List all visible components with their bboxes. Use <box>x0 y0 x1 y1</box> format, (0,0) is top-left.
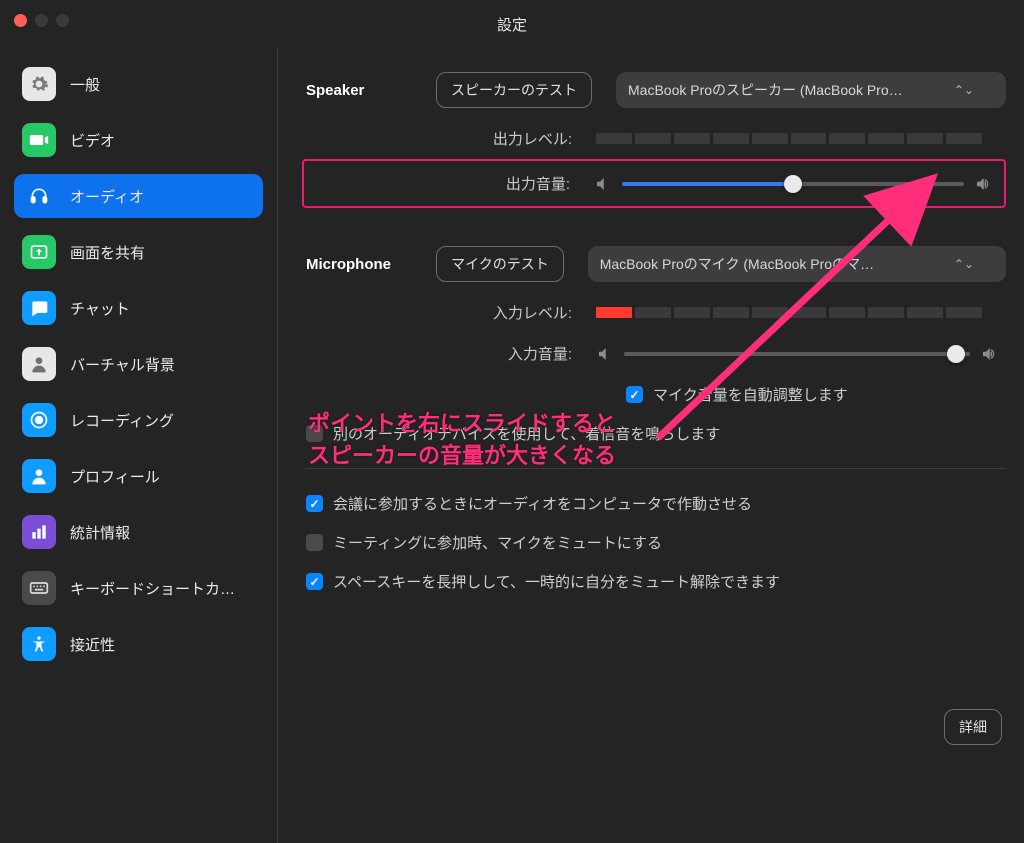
sidebar-item-1[interactable]: ビデオ <box>14 118 263 162</box>
sidebar-item-label: 画面を共有 <box>70 242 145 263</box>
volume-low-icon <box>594 175 612 193</box>
mute-on-join-row[interactable]: ミーティングに参加時、マイクをミュートにする <box>306 532 1006 553</box>
sidebar-item-8[interactable]: 統計情報 <box>14 510 263 554</box>
speaker-row: Speaker スピーカーのテスト MacBook Proのスピーカー (Mac… <box>306 72 1006 108</box>
sidebar-item-6[interactable]: レコーディング <box>14 398 263 442</box>
speaker-test-button[interactable]: スピーカーのテスト <box>436 72 592 108</box>
sidebar-item-label: オーディオ <box>70 186 144 207</box>
ring-device-checkbox[interactable] <box>306 425 323 442</box>
auto-adjust-row[interactable]: マイク音量を自動調整します <box>626 384 1006 405</box>
mute-on-join-label: ミーティングに参加時、マイクをミュートにする <box>333 532 662 553</box>
titlebar: 設定 <box>0 0 1024 48</box>
divider <box>306 468 1006 469</box>
mic-device-label: MacBook Proのマイク (MacBook Proのマ… <box>600 254 874 274</box>
zoom-icon <box>56 14 69 27</box>
sidebar-item-label: 接近性 <box>70 634 115 655</box>
auto-adjust-label: マイク音量を自動調整します <box>653 384 848 405</box>
auto-join-row[interactable]: 会議に参加するときにオーディオをコンピュータで作動させる <box>306 493 1006 514</box>
sidebar-item-label: 一般 <box>70 74 100 95</box>
sidebar-item-5[interactable]: バーチャル背景 <box>14 342 263 386</box>
output-volume-control <box>594 175 992 193</box>
sidebar-item-3[interactable]: 画面を共有 <box>14 230 263 274</box>
microphone-title: Microphone <box>306 256 436 273</box>
minimize-icon <box>35 14 48 27</box>
headset-icon <box>22 179 56 213</box>
sidebar-item-label: チャット <box>70 298 130 319</box>
speaker-device-select[interactable]: MacBook Proのスピーカー (MacBook Pro… ⌃⌄ <box>616 72 1006 108</box>
keyboard-icon <box>22 571 56 605</box>
input-level-row: 入力レベル: <box>306 302 1006 323</box>
ring-device-label: 別のオーディオデバイスを使用して、着信音を鳴らします <box>333 423 720 444</box>
sidebar-item-label: 統計情報 <box>70 522 130 543</box>
record-icon <box>22 403 56 437</box>
gear-icon <box>22 67 56 101</box>
push-to-talk-label: スペースキーを長押しして、一時的に自分をミュート解除できます <box>333 571 780 592</box>
chat-icon <box>22 291 56 325</box>
push-to-talk-row[interactable]: スペースキーを長押しして、一時的に自分をミュート解除できます <box>306 571 1006 592</box>
output-level-label: 出力レベル: <box>306 128 596 149</box>
person-icon <box>22 347 56 381</box>
details-button[interactable]: 詳細 <box>944 709 1002 745</box>
sidebar: 一般ビデオオーディオ画面を共有チャットバーチャル背景レコーディングプロフィール統… <box>0 48 278 843</box>
microphone-row: Microphone マイクのテスト MacBook Proのマイク (MacB… <box>306 246 1006 282</box>
auto-adjust-checkbox[interactable] <box>626 386 643 403</box>
input-level-meter <box>596 307 982 318</box>
sidebar-item-2[interactable]: オーディオ <box>14 174 263 218</box>
sidebar-item-label: ビデオ <box>70 130 115 151</box>
stats-icon <box>22 515 56 549</box>
speaker-title: Speaker <box>306 82 436 99</box>
sidebar-item-label: レコーディング <box>70 410 174 431</box>
input-volume-control <box>596 345 998 363</box>
sidebar-item-4[interactable]: チャット <box>14 286 263 330</box>
window-title: 設定 <box>497 14 527 35</box>
close-icon[interactable] <box>14 14 27 27</box>
auto-join-checkbox[interactable] <box>306 495 323 512</box>
push-to-talk-checkbox[interactable] <box>306 573 323 590</box>
mute-on-join-checkbox[interactable] <box>306 534 323 551</box>
share-icon <box>22 235 56 269</box>
sidebar-item-7[interactable]: プロフィール <box>14 454 263 498</box>
volume-high-icon <box>980 345 998 363</box>
chevron-updown-icon: ⌃⌄ <box>954 83 974 97</box>
sidebar-item-label: プロフィール <box>70 466 160 487</box>
sidebar-item-label: バーチャル背景 <box>70 354 175 375</box>
window-controls <box>14 14 69 27</box>
ring-device-row[interactable]: 別のオーディオデバイスを使用して、着信音を鳴らします <box>306 423 1006 444</box>
sidebar-item-9[interactable]: キーボードショートカ… <box>14 566 263 610</box>
output-volume-label: 出力音量: <box>304 173 594 194</box>
input-volume-row: 入力音量: <box>306 343 1006 364</box>
video-icon <box>22 123 56 157</box>
mic-device-select[interactable]: MacBook Proのマイク (MacBook Proのマ… ⌃⌄ <box>588 246 1006 282</box>
profile-icon <box>22 459 56 493</box>
input-volume-label: 入力音量: <box>306 343 596 364</box>
auto-join-label: 会議に参加するときにオーディオをコンピュータで作動させる <box>333 493 752 514</box>
volume-high-icon <box>974 175 992 193</box>
sidebar-item-label: キーボードショートカ… <box>70 578 235 599</box>
content: Speaker スピーカーのテスト MacBook Proのスピーカー (Mac… <box>278 48 1024 843</box>
mic-test-button[interactable]: マイクのテスト <box>436 246 564 282</box>
settings-window: 設定 一般ビデオオーディオ画面を共有チャットバーチャル背景レコーディングプロフィ… <box>0 0 1024 843</box>
output-level-meter <box>596 133 982 144</box>
access-icon <box>22 627 56 661</box>
input-volume-slider[interactable] <box>624 352 970 356</box>
chevron-updown-icon: ⌃⌄ <box>954 257 974 271</box>
sidebar-item-10[interactable]: 接近性 <box>14 622 263 666</box>
sidebar-item-0[interactable]: 一般 <box>14 62 263 106</box>
input-level-label: 入力レベル: <box>306 302 596 323</box>
output-volume-slider[interactable] <box>622 182 964 186</box>
output-level-row: 出力レベル: <box>306 128 1006 149</box>
speaker-device-label: MacBook Proのスピーカー (MacBook Pro… <box>628 80 903 100</box>
volume-low-icon <box>596 345 614 363</box>
